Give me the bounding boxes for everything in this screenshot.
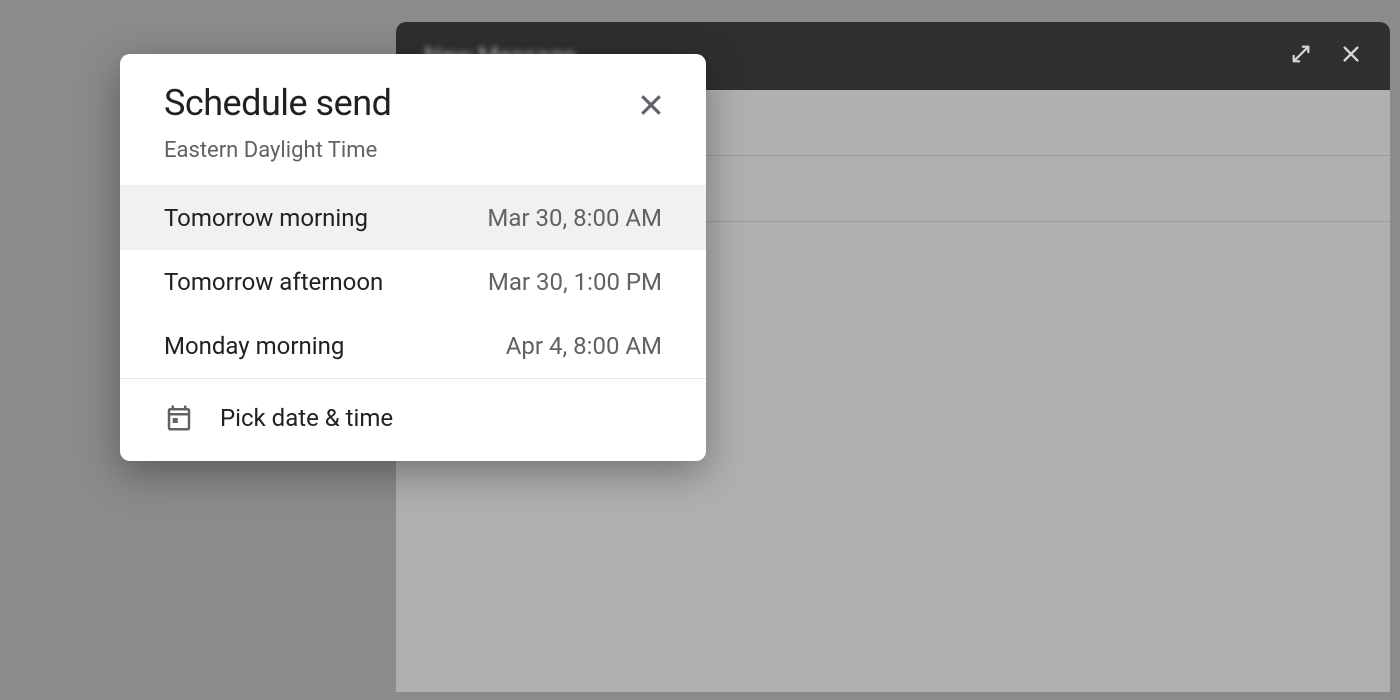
- dialog-title: Schedule send: [164, 82, 391, 124]
- dialog-header: Schedule send Eastern Daylight Time: [120, 54, 706, 185]
- expand-icon[interactable]: [1290, 43, 1312, 69]
- option-label: Tomorrow morning: [164, 204, 368, 232]
- dialog-subtitle: Eastern Daylight Time: [164, 138, 391, 163]
- option-label: Tomorrow afternoon: [164, 268, 383, 296]
- calendar-icon: [164, 403, 194, 433]
- schedule-send-dialog: Schedule send Eastern Daylight Time Tomo…: [120, 54, 706, 461]
- option-time: Apr 4, 8:00 AM: [506, 332, 662, 360]
- option-label: Monday morning: [164, 332, 344, 360]
- pick-date-time-button[interactable]: Pick date & time: [164, 403, 393, 433]
- close-icon: [636, 90, 666, 120]
- schedule-options-list: Tomorrow morning Mar 30, 8:00 AM Tomorro…: [120, 185, 706, 378]
- schedule-option-tomorrow-afternoon[interactable]: Tomorrow afternoon Mar 30, 1:00 PM: [120, 250, 706, 314]
- compose-header-actions: [1262, 43, 1362, 69]
- schedule-option-monday-morning[interactable]: Monday morning Apr 4, 8:00 AM: [120, 314, 706, 378]
- close-compose-icon[interactable]: [1340, 43, 1362, 69]
- option-time: Mar 30, 8:00 AM: [487, 204, 662, 232]
- schedule-option-tomorrow-morning[interactable]: Tomorrow morning Mar 30, 8:00 AM: [120, 186, 706, 250]
- dialog-footer: Pick date & time: [120, 378, 706, 461]
- pick-date-time-label: Pick date & time: [220, 404, 393, 432]
- option-time: Mar 30, 1:00 PM: [488, 268, 662, 296]
- close-dialog-button[interactable]: [630, 84, 672, 129]
